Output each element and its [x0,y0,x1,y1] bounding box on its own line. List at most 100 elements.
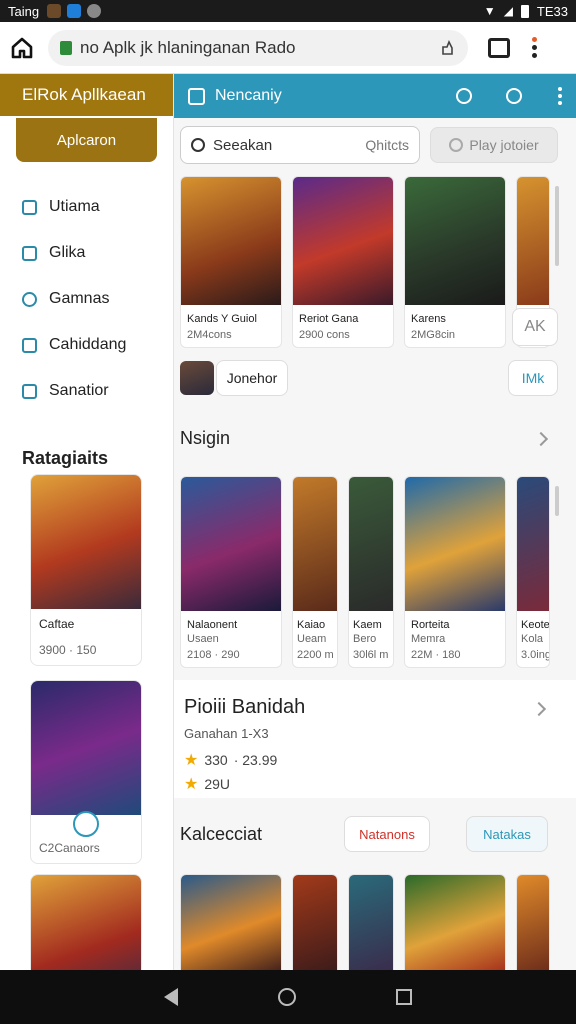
sidebar-item-gamnas[interactable]: Gamnas [0,276,173,322]
game-artwork [517,177,549,305]
search-icon [191,138,205,152]
game-card[interactable]: Rorteita Memra 22M · 180 [404,476,506,668]
card-title: Caftae [39,617,75,631]
game-meta: 3.0ing [521,649,549,661]
grid-icon [22,199,37,215]
game-artwork [405,177,505,305]
game-meta: 2108 · 290 [187,649,240,661]
game-title: Karens [411,313,446,325]
home-circle-icon[interactable] [278,988,296,1006]
featured-subtitle: Ganahan 1-X3 [184,726,269,741]
sidebar-item-utiama[interactable]: Utiama [0,184,173,230]
game-card[interactable] [180,874,282,970]
search-icon[interactable] [506,88,522,104]
chevron-right-icon[interactable] [531,701,547,717]
url-text: no Aplk jk hlaninganan Rado [80,37,296,57]
scrollbar[interactable] [555,486,559,516]
card-subtitle: C2Canaors [39,841,100,855]
search-row: Seeakan Qhitcts Play jotoier [174,118,576,164]
system-tray: ▼ ◢ TE33 [484,4,568,19]
search-input[interactable]: Seeakan Qhitcts [180,126,420,164]
game-row: Nalaonent Usaen 2108 · 290 Kaiao Ueam 22… [180,476,550,668]
browser-menu-button[interactable] [532,37,537,58]
battery-icon [520,4,529,18]
game-card[interactable] [348,874,394,970]
game-title: Kaiao [297,619,326,631]
natanons-button[interactable]: Natanons [344,816,430,852]
gamepad-icon [22,291,37,307]
mk-button[interactable]: IMk [508,360,558,396]
featured-rating: ★ 330 · 23.99 [184,750,277,770]
app-bar: Nencaniy [174,74,576,118]
home-icon[interactable] [10,36,34,60]
game-artwork [293,177,393,305]
game-title: Nalaonent [187,619,238,631]
search-category: Qhitcts [365,137,409,153]
game-card[interactable] [292,874,338,970]
game-artwork [31,475,141,609]
game-card[interactable]: Nalaonent Usaen 2108 · 290 [180,476,282,668]
play-button[interactable]: Play jotoier [430,127,558,163]
address-bar[interactable]: no Aplk jk hlaninganan Rado [48,29,468,66]
game-artwork [293,477,337,611]
carrier-label: Taing [8,3,40,19]
game-artwork [31,681,141,815]
game-card[interactable]: Kands Y Guiol 2M4cons [180,176,282,348]
featured-panel[interactable]: Pioiii Banidah Ganahan 1-X3 ★ 330 · 23.99 … [174,680,576,798]
chevron-right-icon[interactable] [533,431,549,447]
folder-icon [22,337,37,353]
game-meta: 2MG8cin [411,329,456,341]
natakas-button[interactable]: Natakas [466,816,548,852]
wifi-icon: ▼ [483,4,496,18]
app-logo-icon [188,87,205,105]
bookmark-icon[interactable] [438,39,456,57]
game-artwork [293,875,337,970]
play-button-label: Play jotoier [469,137,539,153]
ak-button[interactable]: AK [512,308,558,346]
app-notification-icon [87,4,102,18]
search-icon[interactable] [456,88,472,104]
status-bar: Taing ▼ ◢ TE33 [0,0,576,22]
tabs-button[interactable] [488,37,510,58]
sidebar-item-label: Cahiddang [49,336,127,353]
section-title: Nsigin [180,428,231,448]
recents-icon[interactable] [396,989,412,1005]
game-card[interactable]: Kaiao Ueam 2200 m [292,476,338,668]
game-card[interactable]: Reriot Gana 2900 cons [292,176,394,348]
play-icon [449,138,464,152]
sidebar-item-sanatior[interactable]: Sanatior [0,368,173,414]
categories-heading: Ratagiaits [22,448,109,468]
refresh-icon[interactable] [73,811,99,837]
notification-icons [47,4,102,18]
game-subtitle: Kola [521,633,544,645]
chip-row: Jonehor [180,360,288,396]
game-artwork [517,875,549,970]
game-title: Keote [521,619,549,631]
back-icon[interactable] [164,988,178,1006]
search-placeholder: Seeakan [213,136,273,154]
game-artwork [405,477,505,611]
featured-rating: ★ 29U [184,774,230,794]
sidebar-item-cahiddang[interactable]: Cahiddang [0,322,173,368]
game-card[interactable]: Karens 2MG8cin [404,176,506,348]
chip-button[interactable]: Jonehor [216,360,288,396]
game-card[interactable]: Kaem Bero 30l6l m [348,476,394,668]
game-meta: 30l6l m [353,649,389,661]
scrollbar[interactable] [555,186,559,266]
category-card[interactable]: Caftae 3900 · 150 [30,474,142,666]
card-subtitle: 3900 · 150 [39,643,97,657]
game-card[interactable] [516,874,550,970]
more-options-icon[interactable] [558,87,562,105]
lock-icon [60,40,72,55]
sidebar-item-glika[interactable]: Glika [0,230,173,276]
chip-avatar [180,361,214,395]
app-notification-icon [67,4,82,18]
sidebar-brand: ElRok Apllkaean [0,74,173,116]
game-card[interactable] [404,874,506,970]
sidebar-item-label: Sanatior [49,382,109,399]
sidebar-tagline-button[interactable]: Aplcaron [16,118,157,162]
game-meta: 22M · 180 [411,649,461,661]
app-bar-title: Nencaniy [215,87,282,104]
game-card[interactable]: Keote Kola 3.0ing [516,476,550,668]
category-card[interactable]: C2Canaors [30,680,142,864]
